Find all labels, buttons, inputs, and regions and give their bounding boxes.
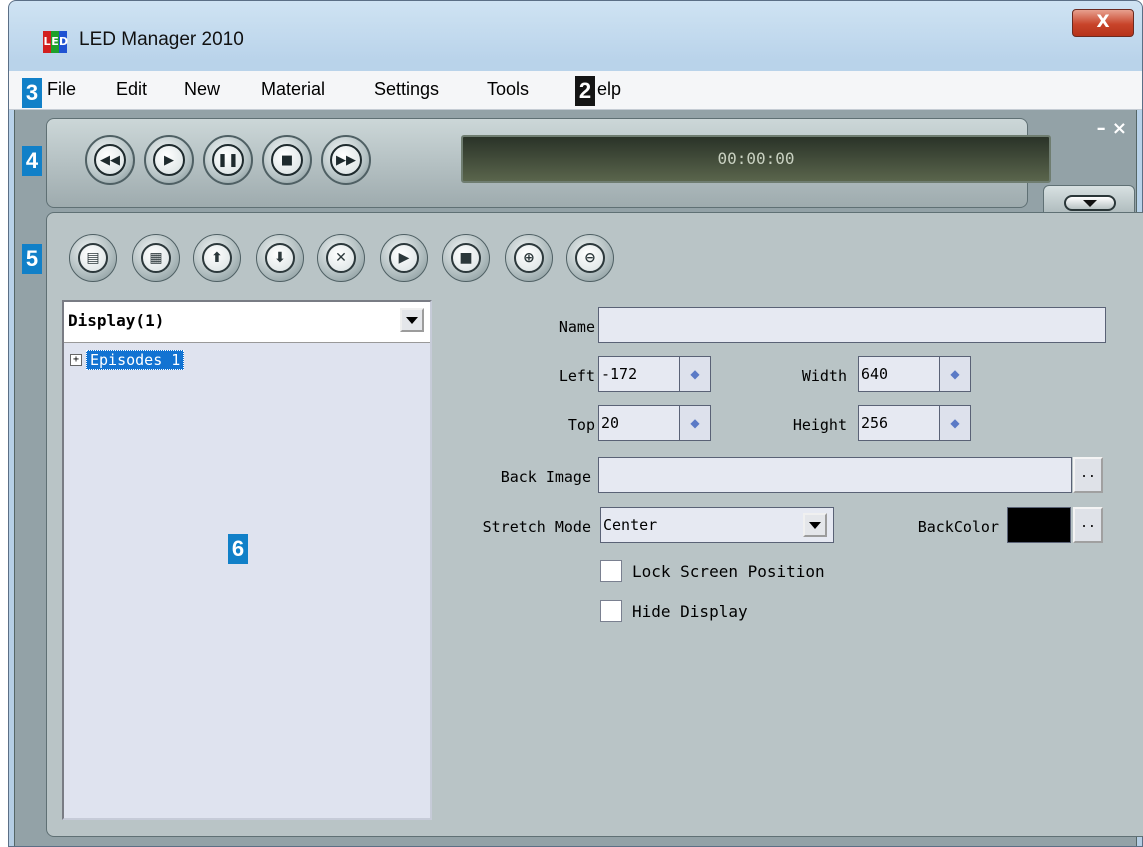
timecode-value: 00:00:00 bbox=[717, 149, 795, 168]
back-image-label: Back Image bbox=[500, 468, 591, 486]
stop-icon: ■ bbox=[451, 243, 481, 273]
zoom-in-icon: ⊕ bbox=[514, 243, 544, 273]
height-field[interactable]: 256 bbox=[858, 405, 940, 441]
name-field[interactable] bbox=[598, 307, 1106, 343]
logo-letter-e: E bbox=[51, 31, 59, 53]
callout-badge-4: 4 bbox=[22, 146, 42, 176]
stop-item-button[interactable]: ■ bbox=[442, 234, 490, 282]
chevron-down-icon bbox=[1083, 199, 1097, 207]
title-bar[interactable]: L E D LED Manager 2010 X bbox=[9, 1, 1142, 59]
menu-new[interactable]: New bbox=[184, 79, 220, 100]
display-selector-arrow[interactable] bbox=[400, 308, 424, 332]
logo-letter-d: D bbox=[59, 31, 68, 53]
player-panel: ◀◀ ▶ ❚❚ ■ ▶▶ 00:00:00 bbox=[46, 118, 1051, 208]
callout-badge-2: 2 bbox=[575, 76, 595, 106]
menu-settings[interactable]: Settings bbox=[374, 79, 439, 100]
width-field[interactable]: 640 bbox=[858, 356, 940, 392]
menu-tools[interactable]: Tools bbox=[487, 79, 529, 100]
menu-edit[interactable]: Edit bbox=[116, 79, 147, 100]
expand-icon[interactable]: + bbox=[70, 354, 82, 366]
callout-badge-6: 6 bbox=[228, 534, 248, 564]
zoom-out-button[interactable]: ⊖ bbox=[566, 234, 614, 282]
new-page-button[interactable]: ▤ bbox=[69, 234, 117, 282]
back-image-browse-button[interactable]: .. bbox=[1073, 457, 1103, 493]
move-down-icon: ⬇ bbox=[265, 243, 295, 273]
chevron-down-icon bbox=[809, 521, 821, 529]
left-field[interactable]: -172 bbox=[598, 356, 680, 392]
display-selector[interactable]: Display(1) bbox=[64, 302, 430, 343]
height-spin-icon[interactable]: ◆ bbox=[939, 405, 971, 441]
zoom-in-button[interactable]: ⊕ bbox=[505, 234, 553, 282]
film-button[interactable]: ▦ bbox=[132, 234, 180, 282]
stretch-mode-value: Center bbox=[603, 516, 658, 534]
stop-button[interactable]: ■ bbox=[262, 135, 312, 185]
play-icon: ▶ bbox=[153, 144, 185, 176]
back-color-browse-button[interactable]: .. bbox=[1073, 507, 1103, 543]
panel-dropdown-button[interactable] bbox=[1064, 195, 1116, 211]
menu-help[interactable]: elp bbox=[597, 79, 621, 100]
fast-forward-button[interactable]: ▶▶ bbox=[321, 135, 371, 185]
film-icon: ▦ bbox=[141, 243, 171, 273]
window-close-button[interactable]: X bbox=[1072, 9, 1134, 37]
play-item-button[interactable]: ▶ bbox=[380, 234, 428, 282]
window-title: LED Manager 2010 bbox=[79, 29, 244, 50]
width-label: Width bbox=[801, 367, 847, 385]
delete-icon: ✕ bbox=[326, 243, 356, 273]
lock-screen-position-label: Lock Screen Position bbox=[632, 562, 825, 581]
top-label: Top bbox=[567, 416, 595, 434]
move-up-icon: ⬆ bbox=[202, 243, 232, 273]
zoom-out-icon: ⊖ bbox=[575, 243, 605, 273]
play-icon: ▶ bbox=[389, 243, 419, 273]
hide-display-checkbox[interactable] bbox=[600, 600, 622, 622]
chevron-down-icon bbox=[406, 316, 418, 324]
panel-minimize-close-icons[interactable]: – × bbox=[1097, 118, 1127, 139]
back-image-field[interactable] bbox=[598, 457, 1072, 493]
timecode-display: 00:00:00 bbox=[461, 135, 1051, 183]
top-spin-icon[interactable]: ◆ bbox=[679, 405, 711, 441]
name-label: Name bbox=[558, 318, 595, 336]
height-label: Height bbox=[792, 416, 847, 434]
back-color-swatch[interactable] bbox=[1007, 507, 1071, 543]
stretch-mode-arrow[interactable] bbox=[803, 513, 827, 537]
tree-node-episodes[interactable]: + Episodes 1 bbox=[70, 350, 185, 370]
menu-file[interactable]: File bbox=[47, 79, 76, 100]
move-down-button[interactable]: ⬇ bbox=[256, 234, 304, 282]
new-page-icon: ▤ bbox=[78, 243, 108, 273]
delete-button[interactable]: ✕ bbox=[317, 234, 365, 282]
display-selector-value: Display(1) bbox=[68, 311, 165, 330]
left-label: Left bbox=[558, 367, 595, 385]
hide-display-label: Hide Display bbox=[632, 602, 748, 621]
callout-badge-5: 5 bbox=[22, 244, 42, 274]
menu-material[interactable]: Material bbox=[261, 79, 325, 100]
stop-icon: ■ bbox=[271, 144, 303, 176]
rewind-button[interactable]: ◀◀ bbox=[85, 135, 135, 185]
top-field[interactable]: 20 bbox=[598, 405, 680, 441]
width-spin-icon[interactable]: ◆ bbox=[939, 356, 971, 392]
logo-letter-l: L bbox=[43, 31, 51, 53]
rewind-icon: ◀◀ bbox=[94, 144, 126, 176]
left-spin-icon[interactable]: ◆ bbox=[679, 356, 711, 392]
play-button[interactable]: ▶ bbox=[144, 135, 194, 185]
callout-badge-3: 3 bbox=[22, 78, 42, 108]
pause-button[interactable]: ❚❚ bbox=[203, 135, 253, 185]
pause-icon: ❚❚ bbox=[212, 144, 244, 176]
stretch-mode-select[interactable]: Center bbox=[600, 507, 834, 543]
lock-screen-position-checkbox[interactable] bbox=[600, 560, 622, 582]
tree-node-label[interactable]: Episodes 1 bbox=[86, 350, 185, 370]
stretch-mode-label: Stretch Mode bbox=[482, 518, 591, 536]
move-up-button[interactable]: ⬆ bbox=[193, 234, 241, 282]
fast-forward-icon: ▶▶ bbox=[330, 144, 362, 176]
app-logo: L E D bbox=[43, 31, 69, 53]
back-color-label: BackColor bbox=[917, 518, 999, 536]
